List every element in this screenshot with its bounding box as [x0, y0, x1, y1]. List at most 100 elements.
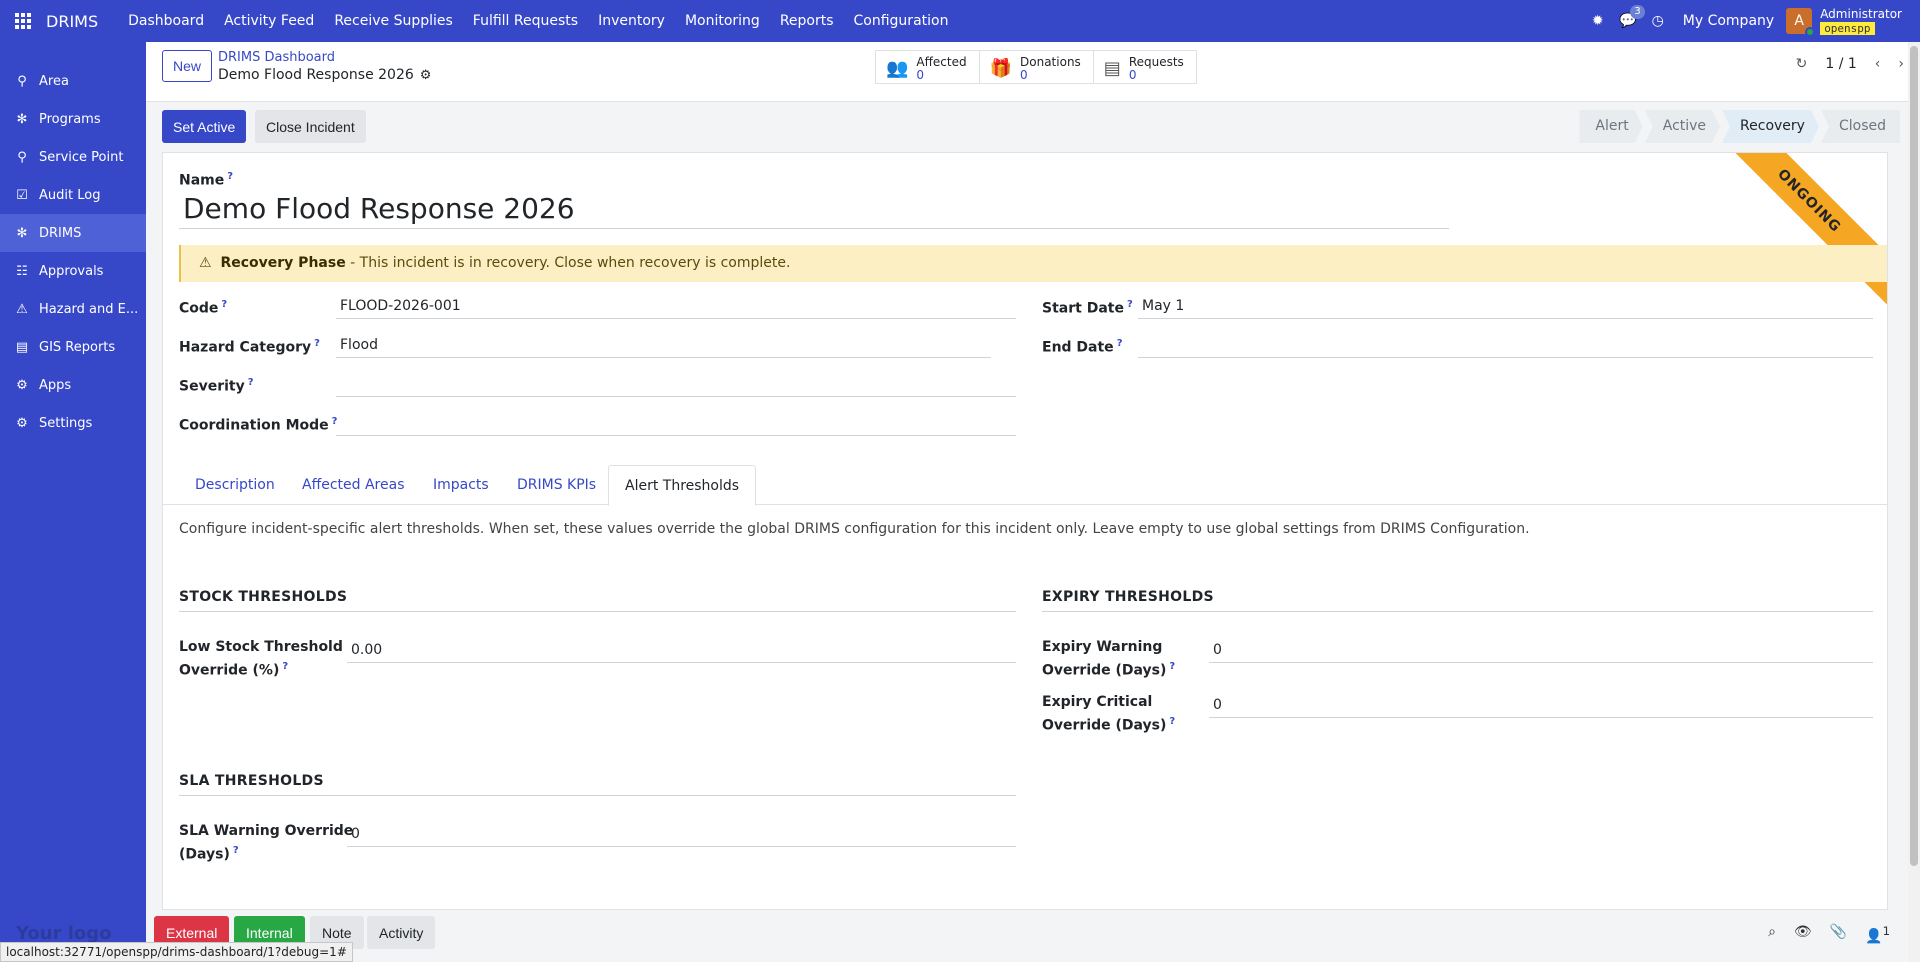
- coordination-mode-field[interactable]: [336, 410, 1016, 436]
- help-icon[interactable]: ?: [282, 661, 288, 672]
- scrollbar-thumb[interactable]: [1910, 46, 1918, 866]
- sla-warning-field[interactable]: 0: [347, 821, 1016, 847]
- company-switcher[interactable]: My Company: [1683, 13, 1774, 29]
- menu-activity-feed[interactable]: Activity Feed: [214, 0, 324, 42]
- stage-closed[interactable]: Closed: [1820, 110, 1900, 143]
- attachment-icon[interactable]: 📎: [1830, 924, 1847, 945]
- next-record-icon[interactable]: ›: [1898, 56, 1904, 72]
- company-logo: Your logo: [16, 923, 112, 944]
- close-incident-button[interactable]: Close Incident: [255, 110, 366, 143]
- end-date-field[interactable]: [1138, 332, 1873, 358]
- tab-drims-kpis[interactable]: DRIMS KPIs: [501, 465, 612, 505]
- menu-configuration[interactable]: Configuration: [844, 0, 959, 42]
- sidebar-item-gis-reports[interactable]: ▤ GIS Reports: [0, 328, 146, 366]
- menu-receive-supplies[interactable]: Receive Supplies: [324, 0, 462, 42]
- user-avatar[interactable]: A: [1786, 8, 1816, 37]
- new-button[interactable]: New: [162, 50, 213, 82]
- database-badge: openspp: [1820, 21, 1875, 35]
- tab-alert-thresholds[interactable]: Alert Thresholds: [608, 465, 757, 506]
- refresh-icon[interactable]: ↻: [1796, 56, 1808, 72]
- menu-fulfill-requests[interactable]: Fulfill Requests: [463, 0, 588, 42]
- hazard-category-field[interactable]: Flood: [336, 332, 991, 358]
- followers-icon[interactable]: 👤1: [1865, 924, 1890, 945]
- stat-affected-button[interactable]: 👥 Affected 0: [875, 50, 980, 84]
- programs-icon: ✻: [16, 111, 28, 127]
- approvals-icon: ☷: [16, 263, 28, 279]
- help-icon[interactable]: ?: [314, 338, 320, 349]
- hazard-category-label: Hazard Category?: [179, 338, 320, 356]
- status-row: Set Active Close Incident Alert Active R…: [146, 102, 1920, 152]
- stat-value: 0: [1020, 67, 1028, 82]
- stage-recovery[interactable]: Recovery: [1722, 110, 1819, 143]
- page-scrollbar[interactable]: [1908, 42, 1920, 962]
- help-icon[interactable]: ?: [1127, 299, 1133, 310]
- expiry-critical-field[interactable]: 0: [1209, 692, 1873, 718]
- help-icon[interactable]: ?: [1117, 338, 1123, 349]
- start-date-field[interactable]: May 1: [1138, 293, 1873, 319]
- tab-impacts[interactable]: Impacts: [417, 465, 505, 505]
- sidebar-item-drims[interactable]: ✻ DRIMS: [0, 214, 146, 252]
- menu-inventory[interactable]: Inventory: [588, 0, 675, 42]
- app-brand[interactable]: DRIMS: [46, 12, 98, 31]
- sidebar-item-apps[interactable]: ⚙ Apps: [0, 366, 146, 404]
- debug-bug-icon[interactable]: ✹: [1583, 13, 1613, 29]
- sidebar-item-approvals[interactable]: ☷ Approvals: [0, 252, 146, 290]
- severity-field[interactable]: [336, 371, 1016, 397]
- tab-affected-areas[interactable]: Affected Areas: [286, 465, 420, 505]
- label-line: SLA Warning Override: [179, 823, 354, 839]
- breadcrumb-parent[interactable]: DRIMS Dashboard: [218, 50, 335, 65]
- sidebar-item-area[interactable]: ⚲ Area: [0, 62, 146, 100]
- sla-warning-label: SLA Warning Override (Days)?: [179, 821, 353, 865]
- help-icon[interactable]: ?: [227, 171, 233, 182]
- set-active-button[interactable]: Set Active: [162, 110, 247, 143]
- help-icon[interactable]: ?: [1169, 716, 1175, 727]
- sidebar-item-audit-log[interactable]: ☑ Audit Log: [0, 176, 146, 214]
- tab-description[interactable]: Description: [179, 465, 291, 505]
- chatter-bar: External Internal Note Activity ⌕ 👁 📎 👤1: [146, 912, 1920, 962]
- previous-record-icon[interactable]: ‹: [1875, 56, 1881, 72]
- low-stock-threshold-field[interactable]: 0.00: [347, 637, 1016, 663]
- menu-dashboard[interactable]: Dashboard: [118, 0, 214, 42]
- drims-icon: ✻: [16, 225, 28, 241]
- top-menu: Dashboard Activity Feed Receive Supplies…: [118, 0, 958, 42]
- name-field[interactable]: Demo Flood Response 2026: [179, 189, 1449, 229]
- stage-active[interactable]: Active: [1645, 110, 1720, 143]
- end-date-label: End Date?: [1042, 338, 1123, 356]
- menu-monitoring[interactable]: Monitoring: [675, 0, 770, 42]
- low-stock-threshold-label: Low Stock Threshold Override (%)?: [179, 637, 343, 681]
- list-icon: ▤: [1103, 58, 1121, 79]
- user-name[interactable]: Administrator: [1820, 7, 1902, 21]
- apps-menu-icon[interactable]: [0, 0, 46, 42]
- pager-value[interactable]: 1 / 1: [1825, 56, 1856, 72]
- sidebar-item-label: Programs: [39, 111, 101, 127]
- label-line: (Days): [179, 846, 230, 863]
- gear-icon[interactable]: ⚙: [420, 68, 432, 83]
- expiry-warning-field[interactable]: 0: [1209, 637, 1873, 663]
- activity-clock-icon[interactable]: ◷: [1643, 13, 1673, 29]
- stat-value: 0: [1128, 67, 1137, 82]
- recovery-alert: ⚠ Recovery Phase - This incident is in r…: [179, 245, 1887, 282]
- help-icon[interactable]: ?: [1169, 661, 1175, 672]
- messages-icon[interactable]: 💬 3: [1613, 5, 1645, 29]
- sidebar-item-programs[interactable]: ✻ Programs: [0, 100, 146, 138]
- stage-alert[interactable]: Alert: [1579, 110, 1642, 143]
- area-icon: ⚲: [17, 73, 27, 89]
- activity-button[interactable]: Activity: [367, 916, 436, 949]
- menu-reports[interactable]: Reports: [770, 0, 844, 42]
- sidebar-item-settings[interactable]: ⚙ Settings: [0, 404, 146, 442]
- stat-donations-button[interactable]: 🎁 Donations 0: [978, 50, 1094, 84]
- control-panel: New DRIMS Dashboard Demo Flood Response …: [146, 42, 1920, 102]
- help-icon[interactable]: ?: [248, 377, 254, 388]
- code-field[interactable]: FLOOD-2026-001: [336, 293, 1016, 319]
- help-icon[interactable]: ?: [221, 299, 227, 310]
- avatar-letter: A: [1794, 13, 1804, 29]
- stat-label: Affected: [916, 54, 967, 69]
- sidebar-item-hazard[interactable]: ⚠ Hazard and E...: [0, 290, 146, 328]
- stat-requests-button[interactable]: ▤ Requests 0: [1092, 50, 1197, 84]
- form-sheet: ONGOING Name? Demo Flood Response 2026 ⚠…: [162, 152, 1888, 910]
- sidebar-item-service-point[interactable]: ⚲ Service Point: [0, 138, 146, 176]
- follow-eye-icon[interactable]: 👁: [1794, 924, 1812, 945]
- severity-label: Severity?: [179, 377, 254, 395]
- search-icon[interactable]: ⌕: [1768, 924, 1776, 945]
- help-icon[interactable]: ?: [233, 845, 239, 856]
